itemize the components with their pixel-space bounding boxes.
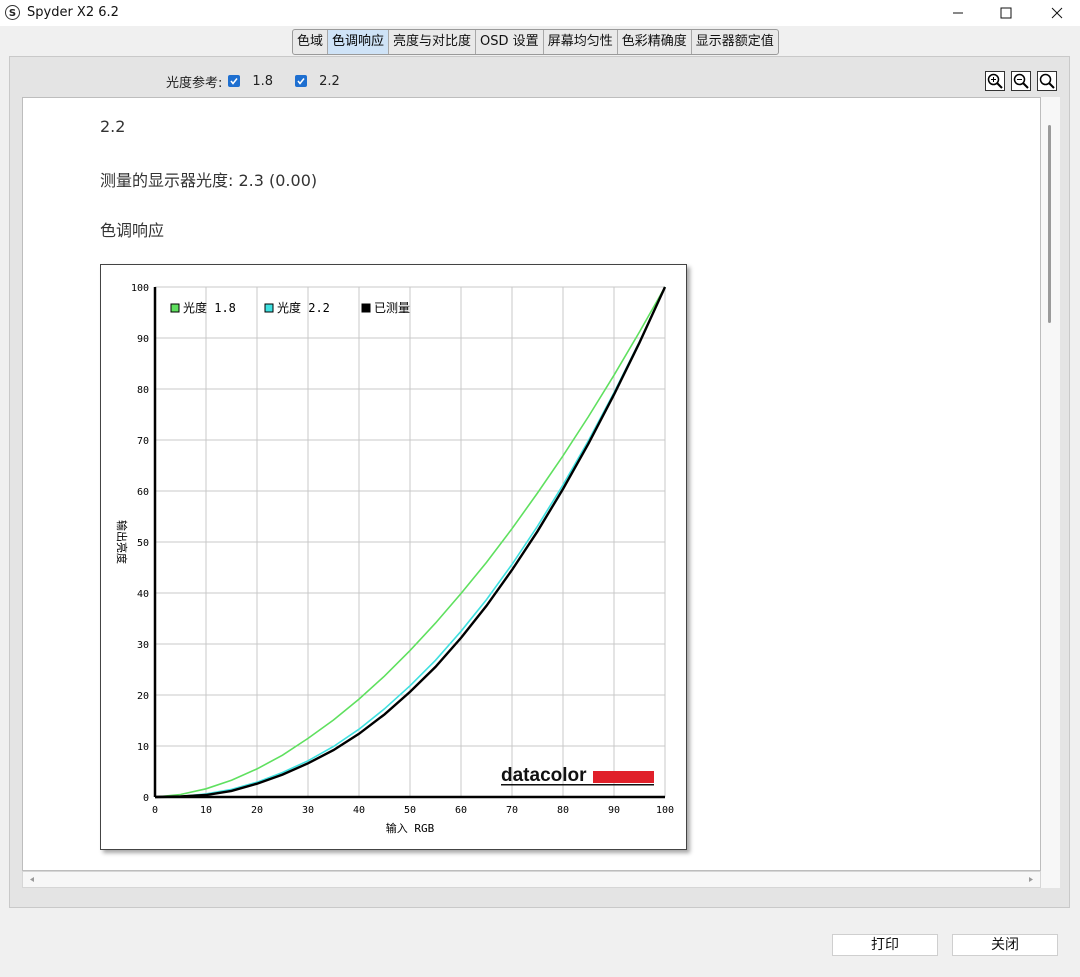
x-tick-label: 100: [656, 805, 674, 816]
legend-swatch: [264, 303, 274, 313]
gamma-2-2-label: 2.2: [319, 73, 340, 89]
y-axis-label: 输出亮度: [115, 520, 129, 564]
close-window-button[interactable]: [1034, 0, 1080, 26]
x-tick-label: 90: [608, 805, 620, 816]
y-tick-label: 0: [143, 793, 149, 804]
horizontal-scrollbar[interactable]: [22, 871, 1041, 888]
y-tick-label: 30: [137, 640, 149, 651]
minimize-button[interactable]: [935, 0, 981, 26]
y-tick-label: 70: [137, 436, 149, 447]
gamma-2-2-checkbox[interactable]: [295, 75, 308, 87]
legend-swatch: [170, 303, 180, 313]
maximize-button[interactable]: [983, 0, 1029, 26]
close-button[interactable]: 关闭: [952, 934, 1058, 956]
print-button[interactable]: 打印: [832, 934, 938, 956]
gamma-1-8-label: 1.8: [252, 73, 274, 89]
datacolor-logo-underline: [501, 784, 654, 786]
chart-svg: 0 10 20 30 40 50 60 70 80 90 100 0 10 20 30 40 50 60 70 80 9…: [115, 283, 674, 835]
y-tick-label: 50: [137, 538, 149, 549]
y-tick-label: 10: [137, 742, 149, 753]
y-tick-label: 80: [137, 385, 149, 396]
tab-tone-response[interactable]: 色调响应: [328, 30, 390, 54]
scroll-right-icon[interactable]: [1026, 872, 1036, 887]
legend-label: 光度 1.8: [183, 300, 236, 315]
zoom-reset-icon: [1039, 73, 1055, 89]
tab-gamut[interactable]: 色域: [293, 30, 329, 54]
checkmark-icon: [230, 78, 238, 85]
gamma-reference-row: 光度参考: 1.8 2.2: [166, 71, 340, 91]
legend-label: 已测量: [374, 301, 410, 315]
datacolor-logo-bar: [593, 771, 654, 783]
x-tick-label: 20: [251, 805, 263, 816]
gamma-heading: 2.2: [100, 117, 126, 136]
zoom-in-button[interactable]: [985, 71, 1005, 91]
section-title: 色调响应: [100, 221, 165, 240]
x-tick-label: 40: [353, 805, 365, 816]
tab-display-rating[interactable]: 显示器额定值: [692, 30, 778, 54]
x-tick-label: 10: [200, 805, 212, 816]
gamma-reference-label: 光度参考:: [166, 75, 223, 91]
minimize-icon: [953, 12, 963, 14]
y-tick-label: 90: [137, 334, 149, 345]
zoom-reset-button[interactable]: [1037, 71, 1057, 91]
zoom-out-icon: [1013, 73, 1029, 89]
tab-osd-settings[interactable]: OSD 设置: [476, 30, 544, 54]
y-tick-label: 60: [137, 487, 149, 498]
zoom-out-button[interactable]: [1011, 71, 1031, 91]
window-title: Spyder X2 6.2: [27, 5, 119, 20]
datacolor-logo: datacolor: [501, 765, 587, 786]
x-tick-label: 70: [506, 805, 518, 816]
x-axis-label: 输入 RGB: [386, 821, 435, 835]
gamma-1-8-checkbox[interactable]: [228, 75, 241, 87]
legend-swatch: [361, 303, 371, 313]
tone-response-chart: 0 10 20 30 40 50 60 70 80 90 100 0 10 20 30 40 50 60 70 80 9…: [100, 264, 687, 850]
measured-gamma-text: 测量的显示器光度: 2.3 (0.00): [100, 171, 318, 190]
close-icon: [1051, 7, 1063, 19]
maximize-icon: [1000, 7, 1012, 19]
vertical-scroll-thumb[interactable]: [1048, 125, 1051, 323]
vertical-scrollbar[interactable]: [1041, 97, 1060, 871]
title-bar: S Spyder X2 6.2: [0, 0, 1080, 26]
report-tabs: 色域 色调响应 亮度与对比度 OSD 设置 屏幕均匀性 色彩精确度 显示器额定值: [292, 29, 779, 55]
tab-brightness-contrast[interactable]: 亮度与对比度: [389, 30, 477, 54]
x-tick-label: 50: [404, 805, 416, 816]
zoom-in-icon: [987, 73, 1003, 89]
scrollbar-corner: [1041, 871, 1060, 888]
legend-label: 光度 2.2: [277, 300, 330, 315]
x-tick-label: 80: [557, 805, 569, 816]
app-logo-icon: S: [5, 5, 20, 20]
tab-uniformity[interactable]: 屏幕均匀性: [544, 30, 618, 54]
x-tick-label: 30: [302, 805, 314, 816]
y-tick-label: 20: [137, 691, 149, 702]
x-tick-label: 0: [152, 805, 158, 816]
x-tick-label: 60: [455, 805, 467, 816]
checkmark-icon: [297, 78, 305, 85]
tab-color-accuracy[interactable]: 色彩精确度: [618, 30, 692, 54]
y-tick-label: 40: [137, 589, 149, 600]
scroll-left-icon[interactable]: [27, 872, 37, 887]
y-tick-label: 100: [131, 283, 149, 294]
